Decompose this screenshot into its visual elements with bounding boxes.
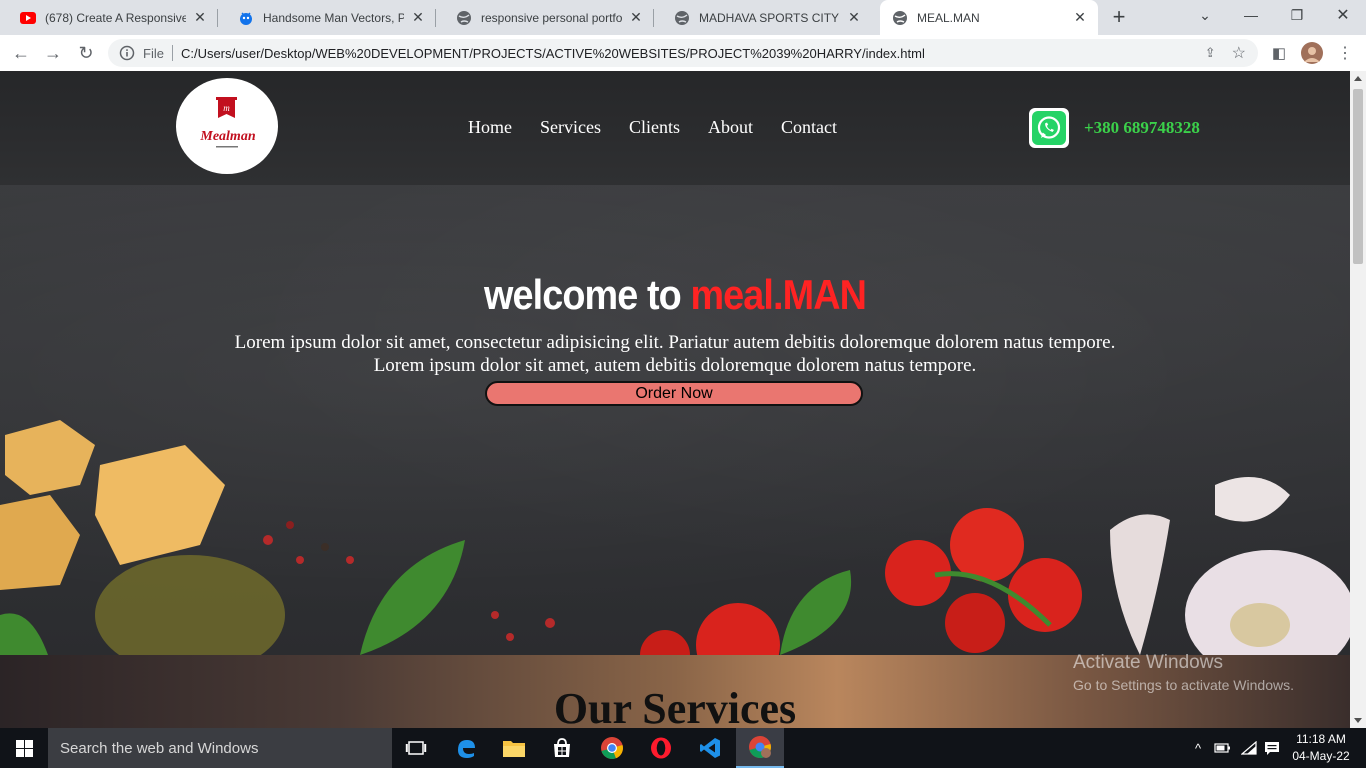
- share-icon[interactable]: ⇪: [1205, 45, 1216, 61]
- scroll-up-icon[interactable]: [1354, 76, 1362, 81]
- profile-avatar[interactable]: [1299, 40, 1325, 66]
- side-panel-icon[interactable]: ◧: [1266, 40, 1292, 66]
- tab-madhava[interactable]: MADHAVA SPORTS CITY ✕: [654, 0, 872, 35]
- nav-clients[interactable]: Clients: [629, 117, 680, 138]
- nav-about[interactable]: About: [708, 117, 753, 138]
- back-button[interactable]: ←: [8, 40, 34, 66]
- globe-icon: [892, 10, 908, 26]
- nav-home[interactable]: Home: [468, 117, 512, 138]
- chrome-profile-icon[interactable]: [736, 728, 784, 768]
- scheme-label: File: [143, 45, 164, 61]
- maximize-button[interactable]: ❐: [1274, 0, 1320, 30]
- browser-toolbar: ← → ↻ File C:/Users/user/Desktop/WEB%20D…: [0, 35, 1366, 72]
- nav-services[interactable]: Services: [540, 117, 601, 138]
- chrome-icon[interactable]: [588, 728, 636, 768]
- opera-icon[interactable]: [637, 728, 685, 768]
- hero-line-1: Lorem ipsum dolor sit amet, consectetur …: [234, 332, 1116, 353]
- main-nav: Home Services Clients About Contact: [468, 117, 837, 138]
- close-tab-icon[interactable]: ✕: [846, 9, 862, 26]
- url-text[interactable]: C:/Users/user/Desktop/WEB%20DEVELOPMENT/…: [181, 46, 1205, 61]
- edge-icon[interactable]: [442, 728, 490, 768]
- mealman-logo[interactable]: m Mealman: [176, 78, 278, 174]
- show-hidden-icons[interactable]: ^: [1188, 728, 1208, 768]
- taskbar: Search the web and Windows ^ 11:18 AM 04…: [0, 728, 1366, 768]
- action-center-icon[interactable]: [1261, 728, 1283, 768]
- clock-date: 04-May-22: [1292, 749, 1350, 763]
- vscode-icon[interactable]: [686, 728, 734, 768]
- tab-freepik[interactable]: Handsome Man Vectors, Pho ✕: [218, 0, 436, 35]
- site-header: m Mealman Home Services Clients About Co…: [0, 71, 1350, 185]
- activate-windows-subtitle: Go to Settings to activate Windows.: [1073, 677, 1294, 693]
- hero-title: welcome to meal.MAN: [68, 271, 1283, 319]
- bookmark-star-icon[interactable]: ☆: [1232, 43, 1246, 63]
- tab-strip: (678) Create A Responsive Pe ✕ Handsome …: [0, 0, 1366, 35]
- menu-icon[interactable]: ⋮: [1332, 40, 1358, 66]
- forward-button[interactable]: →: [40, 40, 66, 66]
- tab-title: (678) Create A Responsive Pe: [45, 10, 186, 25]
- close-tab-icon[interactable]: ✕: [1072, 9, 1088, 26]
- scrollbar-thumb[interactable]: [1353, 89, 1363, 264]
- food-decoration-image: [0, 420, 1350, 655]
- scroll-down-icon[interactable]: [1354, 718, 1362, 723]
- close-tab-icon[interactable]: ✕: [192, 9, 208, 26]
- tab-title: responsive personal portfolio: [481, 10, 622, 25]
- globe-icon: [674, 10, 690, 26]
- start-button[interactable]: [0, 728, 48, 768]
- info-icon[interactable]: [119, 45, 135, 61]
- clock-time: 11:18 AM: [1296, 732, 1346, 746]
- phone-number[interactable]: +380 689748328: [1084, 118, 1200, 138]
- reload-button[interactable]: ↻: [73, 40, 99, 66]
- tab-mealman[interactable]: MEAL.MAN ✕: [880, 0, 1098, 35]
- address-bar[interactable]: File C:/Users/user/Desktop/WEB%20DEVELOP…: [108, 39, 1258, 67]
- tab-title: MADHAVA SPORTS CITY: [699, 10, 840, 25]
- tab-portfolio[interactable]: responsive personal portfolio ✕: [436, 0, 654, 35]
- youtube-icon: [20, 10, 36, 26]
- taskbar-search-input[interactable]: Search the web and Windows: [48, 728, 392, 768]
- hero-title-prefix: welcome to: [483, 271, 682, 318]
- address-divider: [171, 45, 173, 61]
- close-tab-icon[interactable]: ✕: [628, 9, 644, 26]
- battery-icon[interactable]: [1212, 728, 1234, 768]
- nav-contact[interactable]: Contact: [781, 117, 837, 138]
- tab-search-icon[interactable]: ⌄: [1182, 0, 1228, 30]
- hero-description: Lorem ipsum dolor sit amet, consectetur …: [150, 331, 1200, 377]
- hero-line-2: Lorem ipsum dolor sit amet, autem debiti…: [373, 355, 977, 376]
- store-icon[interactable]: [538, 728, 586, 768]
- svg-text:m: m: [223, 103, 230, 113]
- system-clock[interactable]: 11:18 AM 04-May-22: [1288, 731, 1354, 765]
- tab-youtube[interactable]: (678) Create A Responsive Pe ✕: [0, 0, 218, 35]
- tab-title: MEAL.MAN: [917, 10, 980, 25]
- close-window-button[interactable]: ✕: [1320, 0, 1366, 30]
- tab-title: Handsome Man Vectors, Pho: [263, 10, 404, 25]
- minimize-button[interactable]: —: [1228, 0, 1274, 30]
- freepik-icon: [238, 10, 254, 26]
- hero-title-brand: meal.MAN: [690, 271, 867, 318]
- whatsapp-icon[interactable]: [1029, 108, 1069, 148]
- globe-icon: [456, 10, 472, 26]
- windows-logo-icon: [15, 739, 33, 757]
- logo-text: Mealman: [199, 129, 255, 144]
- file-explorer-icon[interactable]: [490, 728, 538, 768]
- task-view-icon[interactable]: [392, 728, 440, 768]
- page-viewport: m Mealman Home Services Clients About Co…: [0, 71, 1350, 728]
- order-now-button[interactable]: Order Now: [485, 381, 863, 406]
- close-tab-icon[interactable]: ✕: [410, 9, 426, 26]
- activate-windows-title: Activate Windows: [1073, 652, 1223, 673]
- hero-section: welcome to meal.MAN Lorem ipsum dolor si…: [0, 185, 1350, 655]
- wifi-icon[interactable]: [1238, 728, 1260, 768]
- page-scrollbar[interactable]: [1350, 71, 1366, 728]
- new-tab-button[interactable]: +: [1106, 4, 1132, 30]
